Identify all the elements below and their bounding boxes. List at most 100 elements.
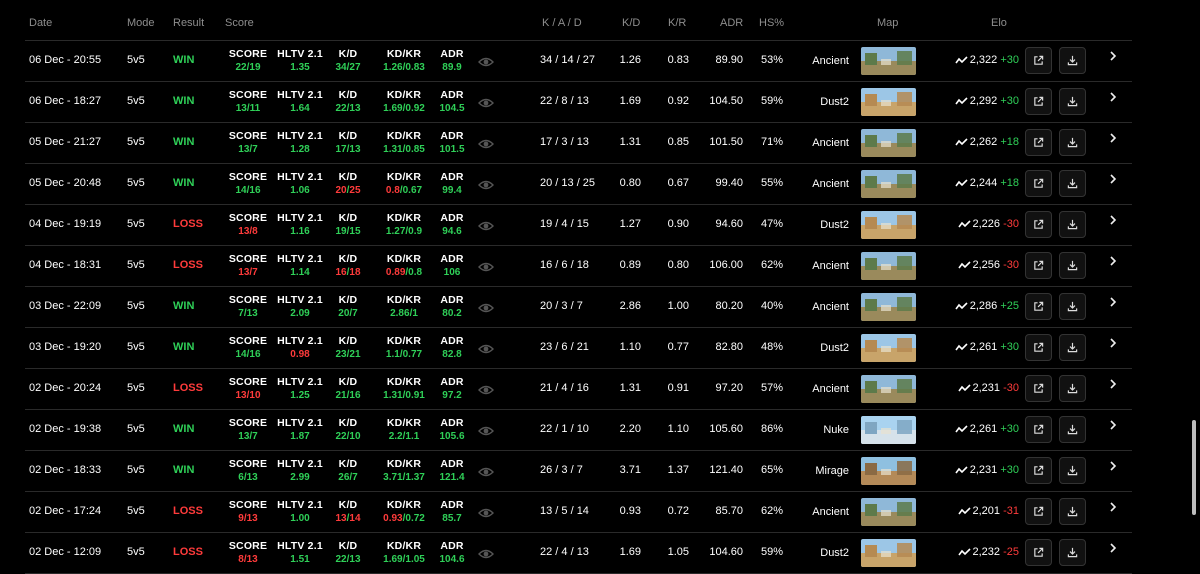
table-row[interactable]: 02 Dec - 18:33 5v5 WIN SCORE 6/13 HLTV 2.1 2.9… xyxy=(25,451,1132,492)
download-button[interactable] xyxy=(1059,88,1086,115)
external-link-button[interactable] xyxy=(1025,457,1052,484)
external-link-button[interactable] xyxy=(1025,170,1052,197)
header-kd[interactable]: K/D xyxy=(622,17,640,29)
external-link-button[interactable] xyxy=(1025,293,1052,320)
eye-icon[interactable] xyxy=(478,383,494,395)
external-link-button[interactable] xyxy=(1025,334,1052,361)
header-map[interactable]: Map xyxy=(877,17,898,29)
match-map: Mirage xyxy=(815,465,849,477)
eye-icon[interactable] xyxy=(478,424,494,436)
table-row[interactable]: 03 Dec - 19:20 5v5 WIN SCORE 14/16 HLTV 2.1 0.… xyxy=(25,328,1132,369)
external-link-button[interactable] xyxy=(1025,47,1052,74)
table-row[interactable]: 06 Dec - 18:27 5v5 WIN SCORE 13/11 HLTV 2.1 1.… xyxy=(25,82,1132,123)
match-kd: 1.10 xyxy=(619,341,641,353)
match-map: Dust2 xyxy=(820,219,849,231)
match-adr: 121.40 xyxy=(709,464,743,476)
table-row[interactable]: 04 Dec - 19:19 5v5 LOSS SCORE 13/8 HLTV 2.1 1.… xyxy=(25,205,1132,246)
download-button[interactable] xyxy=(1059,170,1086,197)
external-link-button[interactable] xyxy=(1025,498,1052,525)
download-button[interactable] xyxy=(1059,457,1086,484)
download-button[interactable] xyxy=(1059,539,1086,566)
download-button[interactable] xyxy=(1059,375,1086,402)
table-row[interactable]: 02 Dec - 20:24 5v5 LOSS SCORE 13/10 HLTV 2.1 1… xyxy=(25,369,1132,410)
external-link-button[interactable] xyxy=(1025,539,1052,566)
chevron-right-icon[interactable] xyxy=(1108,541,1118,555)
eye-icon[interactable] xyxy=(478,342,494,354)
eye-icon[interactable] xyxy=(478,96,494,108)
chevron-right-icon[interactable] xyxy=(1108,49,1118,63)
stat-label: KD/KR xyxy=(386,253,422,265)
download-icon xyxy=(1067,219,1078,230)
eye-icon[interactable] xyxy=(478,260,494,272)
score-opp: 10 xyxy=(249,390,261,401)
eye-icon[interactable] xyxy=(478,506,494,518)
eye-icon[interactable] xyxy=(478,219,494,231)
chevron-right-icon[interactable] xyxy=(1108,90,1118,104)
download-button[interactable] xyxy=(1059,252,1086,279)
match-kad: 34 / 14 / 27 xyxy=(540,54,596,66)
eye-icon[interactable] xyxy=(478,55,494,67)
download-button[interactable] xyxy=(1059,498,1086,525)
kd-ratio-value: 1.1 xyxy=(385,349,400,360)
header-kad[interactable]: K / A / D xyxy=(542,17,582,29)
header-kr[interactable]: K/R xyxy=(668,17,686,29)
table-row[interactable]: 06 Dec - 20:55 5v5 WIN SCORE 22/19 HLTV 2.1 1.… xyxy=(25,41,1132,82)
table-row[interactable]: 02 Dec - 17:24 5v5 LOSS SCORE 9/13 HLTV 2.1 1.… xyxy=(25,492,1132,533)
eye-icon[interactable] xyxy=(478,301,494,313)
eye-icon[interactable] xyxy=(478,547,494,559)
download-button[interactable] xyxy=(1059,293,1086,320)
chevron-right-icon[interactable] xyxy=(1108,213,1118,227)
elo-change: -25 xyxy=(1003,546,1019,558)
chevron-right-icon[interactable] xyxy=(1108,131,1118,145)
external-link-button[interactable] xyxy=(1025,88,1052,115)
elo-change: -31 xyxy=(1003,505,1019,517)
header-hs[interactable]: HS% xyxy=(759,17,784,29)
kd-ratio-value: 0.89 xyxy=(385,267,406,278)
external-link-button[interactable] xyxy=(1025,129,1052,156)
stat-label: ADR xyxy=(440,499,464,511)
header-result[interactable]: Result xyxy=(173,17,204,29)
match-result: WIN xyxy=(173,177,195,189)
external-link-icon xyxy=(1033,465,1044,476)
header-adr[interactable]: ADR xyxy=(720,17,743,29)
chevron-right-icon[interactable] xyxy=(1108,377,1118,391)
header-mode[interactable]: Mode xyxy=(127,17,155,29)
download-button[interactable] xyxy=(1059,129,1086,156)
kr-ratio-value: 0.8 xyxy=(408,267,423,278)
download-button[interactable] xyxy=(1059,211,1086,238)
chevron-right-icon[interactable] xyxy=(1108,336,1118,350)
external-link-button[interactable] xyxy=(1025,211,1052,238)
score-own: 13 xyxy=(238,226,250,237)
download-button[interactable] xyxy=(1059,416,1086,443)
header-elo[interactable]: Elo xyxy=(991,17,1007,29)
chevron-right-icon[interactable] xyxy=(1108,418,1118,432)
table-row[interactable]: 02 Dec - 12:09 5v5 LOSS SCORE 8/13 HLTV 2.1 1.… xyxy=(25,533,1132,574)
chevron-right-icon[interactable] xyxy=(1108,254,1118,268)
chevron-right-icon[interactable] xyxy=(1108,172,1118,186)
match-kad: 20 / 3 / 7 xyxy=(540,300,583,312)
scrollbar-thumb[interactable] xyxy=(1192,420,1196,515)
table-row[interactable]: 05 Dec - 21:27 5v5 WIN SCORE 13/7 HLTV 2.1 1.2… xyxy=(25,123,1132,164)
download-button[interactable] xyxy=(1059,47,1086,74)
header-score[interactable]: Score xyxy=(225,17,254,29)
chevron-right-icon[interactable] xyxy=(1108,459,1118,473)
table-row[interactable]: 03 Dec - 22:09 5v5 WIN SCORE 7/13 HLTV 2.1 2.0… xyxy=(25,287,1132,328)
hltv-value: 1.51 xyxy=(290,554,310,565)
chevron-right-icon[interactable] xyxy=(1108,295,1118,309)
eye-icon[interactable] xyxy=(478,137,494,149)
chevron-right-icon[interactable] xyxy=(1108,500,1118,514)
match-mode: 5v5 xyxy=(127,464,145,476)
download-button[interactable] xyxy=(1059,334,1086,361)
stat-hltv: HLTV 2.1 1.14 xyxy=(275,253,325,278)
hltv-value: 0.98 xyxy=(290,349,310,360)
table-row[interactable]: 04 Dec - 18:31 5v5 LOSS SCORE 13/7 HLTV 2.1 1.… xyxy=(25,246,1132,287)
header-date[interactable]: Date xyxy=(29,17,52,29)
external-link-button[interactable] xyxy=(1025,416,1052,443)
eye-icon[interactable] xyxy=(478,178,494,190)
score-opp: 13 xyxy=(246,472,258,483)
eye-icon[interactable] xyxy=(478,465,494,477)
table-row[interactable]: 02 Dec - 19:38 5v5 WIN SCORE 13/7 HLTV 2.1 1.8… xyxy=(25,410,1132,451)
external-link-button[interactable] xyxy=(1025,252,1052,279)
table-row[interactable]: 05 Dec - 20:48 5v5 WIN SCORE 14/16 HLTV 2.1 1.… xyxy=(25,164,1132,205)
external-link-button[interactable] xyxy=(1025,375,1052,402)
